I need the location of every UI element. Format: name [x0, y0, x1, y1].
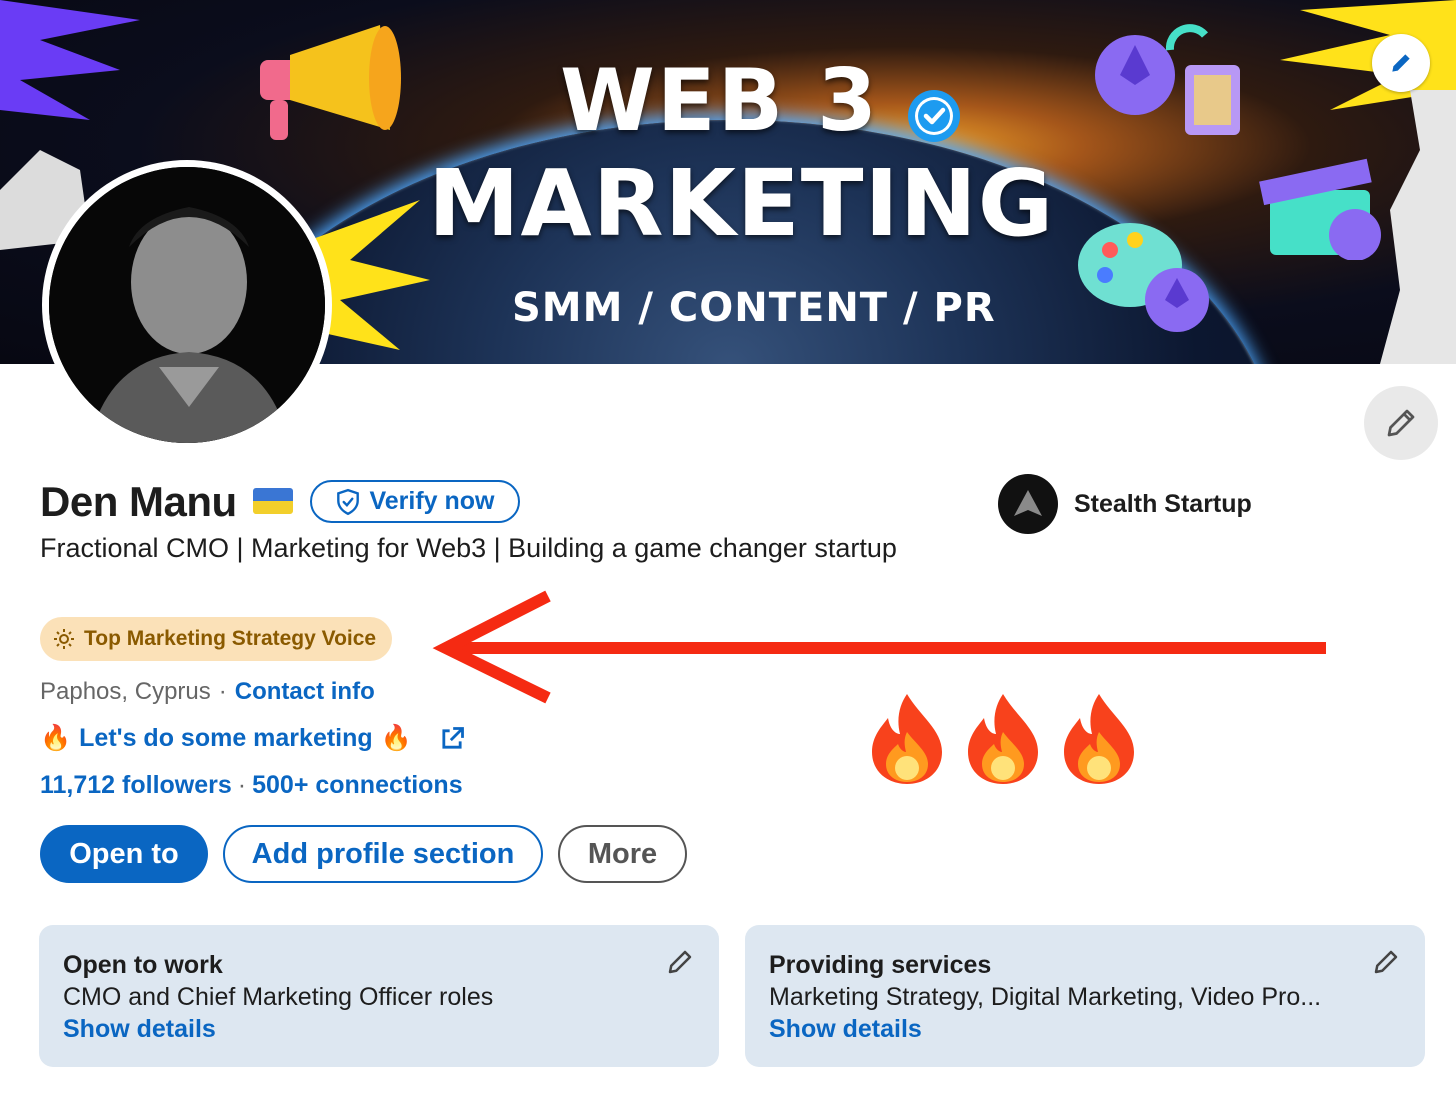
- stealth-logo-icon: [1014, 490, 1042, 516]
- edit-banner-button[interactable]: [1372, 34, 1430, 92]
- shield-check-icon: [337, 488, 360, 515]
- lightbulb-icon: [54, 629, 74, 649]
- fire-emojis: [868, 692, 1138, 786]
- show-details-link[interactable]: Show details: [63, 1013, 695, 1045]
- show-details-link[interactable]: Show details: [769, 1013, 1401, 1045]
- paper-graphic: [1380, 90, 1456, 364]
- add-profile-section-button[interactable]: Add profile section: [223, 825, 543, 883]
- fire-icon: [968, 694, 1038, 784]
- card-title: Open to work: [63, 951, 223, 979]
- banner-subtitle: SMM / CONTENT / PR: [512, 285, 996, 331]
- pencil-icon[interactable]: [665, 947, 695, 977]
- connections-link[interactable]: 500+ connections: [252, 771, 463, 800]
- more-button[interactable]: More: [558, 825, 687, 883]
- clapperboard-icon: [1259, 158, 1381, 260]
- fire-icon: 🔥: [40, 724, 72, 752]
- profile-name: Den Manu: [40, 478, 237, 525]
- open-to-work-card[interactable]: Open to work CMO and Chief Marketing Off…: [39, 925, 719, 1067]
- providing-services-card[interactable]: Providing services Marketing Strategy, D…: [745, 925, 1425, 1067]
- card-description: CMO and Chief Marketing Officer roles: [63, 983, 494, 1011]
- website-link-label: Let's do some marketing: [79, 724, 373, 752]
- annotation-arrow: [432, 590, 1326, 704]
- contact-info-link[interactable]: Contact info: [235, 678, 375, 706]
- swap-arrows-icon: [1165, 24, 1209, 51]
- pencil-icon: [1392, 54, 1410, 72]
- current-company[interactable]: Stealth Startup: [998, 474, 1252, 534]
- verified-badge-icon: [908, 90, 960, 142]
- verify-now-button[interactable]: Verify now: [310, 480, 520, 523]
- fire-icon: [872, 694, 942, 784]
- verify-now-label: Verify now: [369, 487, 495, 515]
- palette-icon: [1078, 223, 1209, 332]
- profile-headline: Fractional CMO | Marketing for Web3 | Bu…: [40, 533, 897, 563]
- banner-title: WEB 3: [560, 51, 879, 151]
- megaphone-icon: [260, 25, 401, 140]
- company-logo-icon: [998, 474, 1058, 534]
- website-link[interactable]: 🔥 Let's do some marketing 🔥: [40, 724, 466, 753]
- fire-icon: 🔥: [380, 724, 412, 752]
- network-stats: 11,712 followers · 500+ connections: [40, 771, 463, 800]
- spike-graphic: [0, 0, 140, 120]
- banner-title-marketing: MARKETING: [428, 150, 1055, 257]
- location-row: Paphos, Cyprus · Contact info: [40, 678, 375, 706]
- pencil-icon[interactable]: [1371, 947, 1401, 977]
- edit-profile-button[interactable]: [1364, 386, 1438, 460]
- profile-photo-image: [49, 167, 325, 443]
- top-voice-badge[interactable]: Top Marketing Strategy Voice: [40, 617, 393, 661]
- top-voice-label: Top Marketing Strategy Voice: [84, 627, 377, 650]
- separator: ·: [218, 678, 227, 705]
- company-name: Stealth Startup: [1074, 489, 1252, 518]
- separator: ·: [237, 771, 247, 799]
- location: Paphos, Cyprus: [40, 678, 211, 705]
- card-title: Providing services: [769, 951, 992, 979]
- external-link-icon: [442, 726, 464, 749]
- avatar[interactable]: [42, 160, 332, 450]
- profile-photo: [49, 167, 325, 443]
- pencil-icon: [1387, 409, 1415, 437]
- open-to-button[interactable]: Open to: [40, 825, 208, 883]
- card-description: Marketing Strategy, Digital Marketing, V…: [769, 983, 1322, 1011]
- fire-icon: [1064, 694, 1134, 784]
- ukraine-flag-icon: [253, 488, 293, 514]
- followers-link[interactable]: 11,712 followers: [40, 771, 232, 800]
